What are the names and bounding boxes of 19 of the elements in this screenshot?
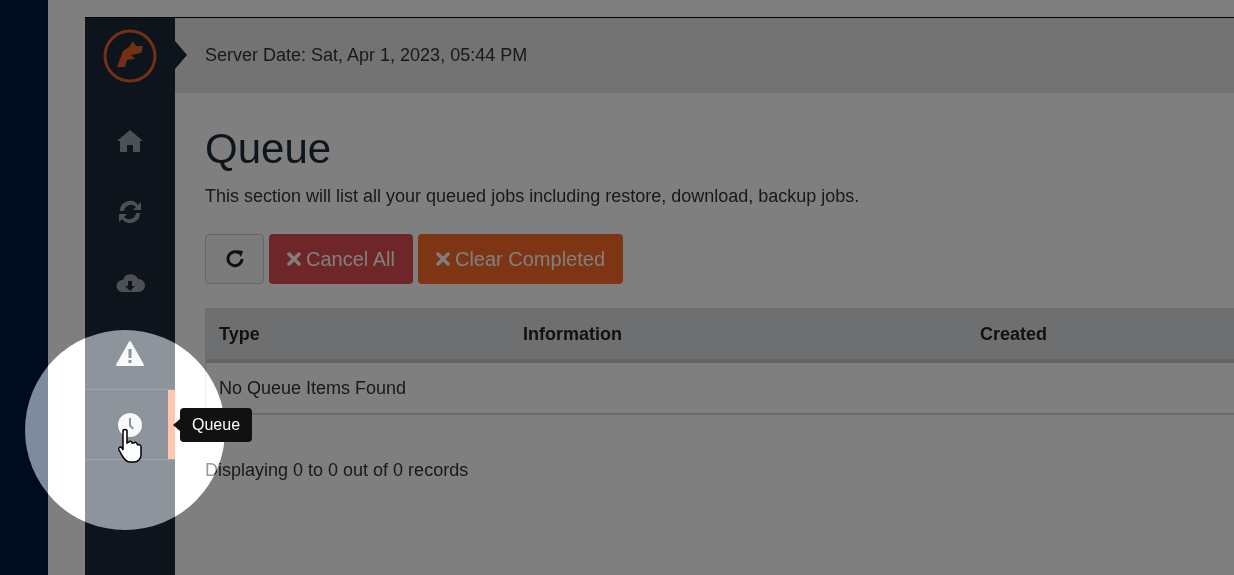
close-icon — [435, 252, 450, 266]
warning-icon — [115, 338, 145, 369]
logo-icon[interactable] — [103, 28, 157, 83]
sidebar-item[interactable] — [85, 389, 175, 460]
cancel-all-button[interactable]: Cancel All — [269, 234, 413, 284]
pointer-cursor-icon — [117, 428, 143, 464]
clear-completed-button[interactable]: Clear Completed — [417, 234, 623, 284]
page-title: Queue — [205, 124, 333, 174]
empty-message: No Queue Items Found — [219, 376, 407, 400]
column-header: Type — [218, 322, 261, 346]
server-date: Server Date: Sat, Apr 1, 2023, 05:44 PM — [205, 44, 528, 67]
close-icon — [287, 252, 301, 266]
page-description: This section will list all your queued jobs including restore, download, backup jobs. — [205, 185, 861, 208]
column-header: Created — [979, 322, 1049, 346]
refresh-icon — [223, 248, 246, 270]
column-header: Information — [522, 322, 623, 346]
refresh-button[interactable] — [205, 234, 264, 284]
tooltip: Queue — [180, 408, 253, 442]
active-indicator — [168, 390, 175, 459]
